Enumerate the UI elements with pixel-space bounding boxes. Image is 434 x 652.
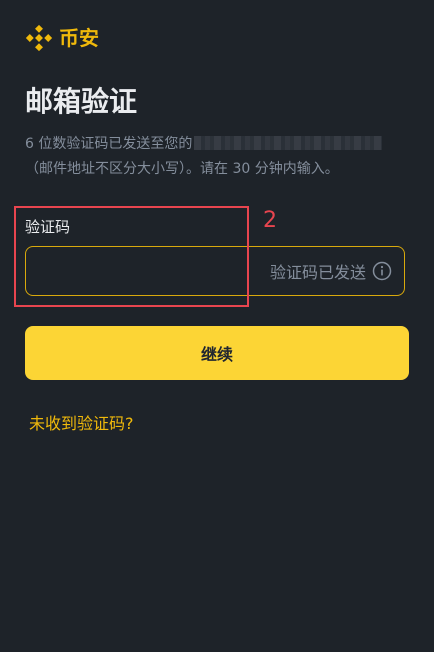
code-sent-status: 验证码已发送: [269, 263, 366, 282]
masked-email-address: [194, 136, 383, 150]
continue-button[interactable]: 继续: [25, 326, 409, 380]
brand-name: 币安: [59, 26, 99, 50]
verification-code-field: 验证码已发送: [25, 246, 405, 296]
annotation-number: 2: [263, 208, 277, 233]
verification-description: 6 位数验证码已发送至您的 （邮件地址不区分大小写）。请在 30 分钟内输入。: [25, 132, 415, 182]
description-line-1: 6 位数验证码已发送至您的: [25, 132, 415, 157]
description-text-2: （邮件地址不区分大小写）。请在 30 分钟内输入。: [25, 161, 339, 177]
binance-diamond-icon: [25, 24, 53, 52]
code-field-label: 验证码: [25, 218, 71, 236]
page-title: 邮箱验证: [25, 85, 138, 118]
verification-code-input[interactable]: [26, 247, 270, 295]
info-circle-icon[interactable]: [372, 261, 392, 281]
brand-logo[interactable]: 币安: [25, 24, 99, 52]
description-text-1: 6 位数验证码已发送至您的: [25, 136, 193, 152]
resend-code-link[interactable]: 未收到验证码?: [29, 412, 134, 436]
